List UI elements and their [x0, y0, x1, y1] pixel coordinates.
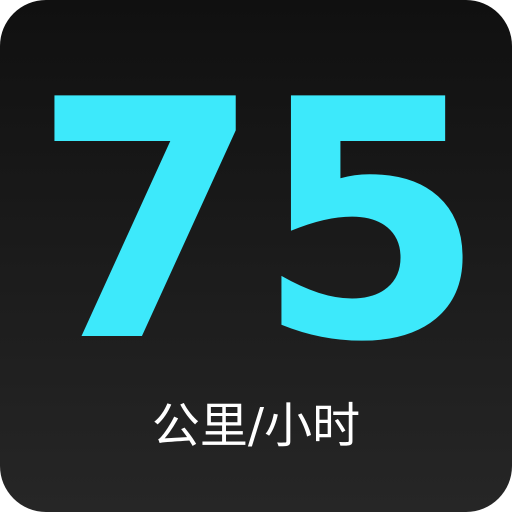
- speed-value: 75: [32, 30, 485, 414]
- speed-unit-label: 公里/小时: [151, 398, 361, 454]
- speedometer-tile: 75 公里/小时: [0, 0, 512, 512]
